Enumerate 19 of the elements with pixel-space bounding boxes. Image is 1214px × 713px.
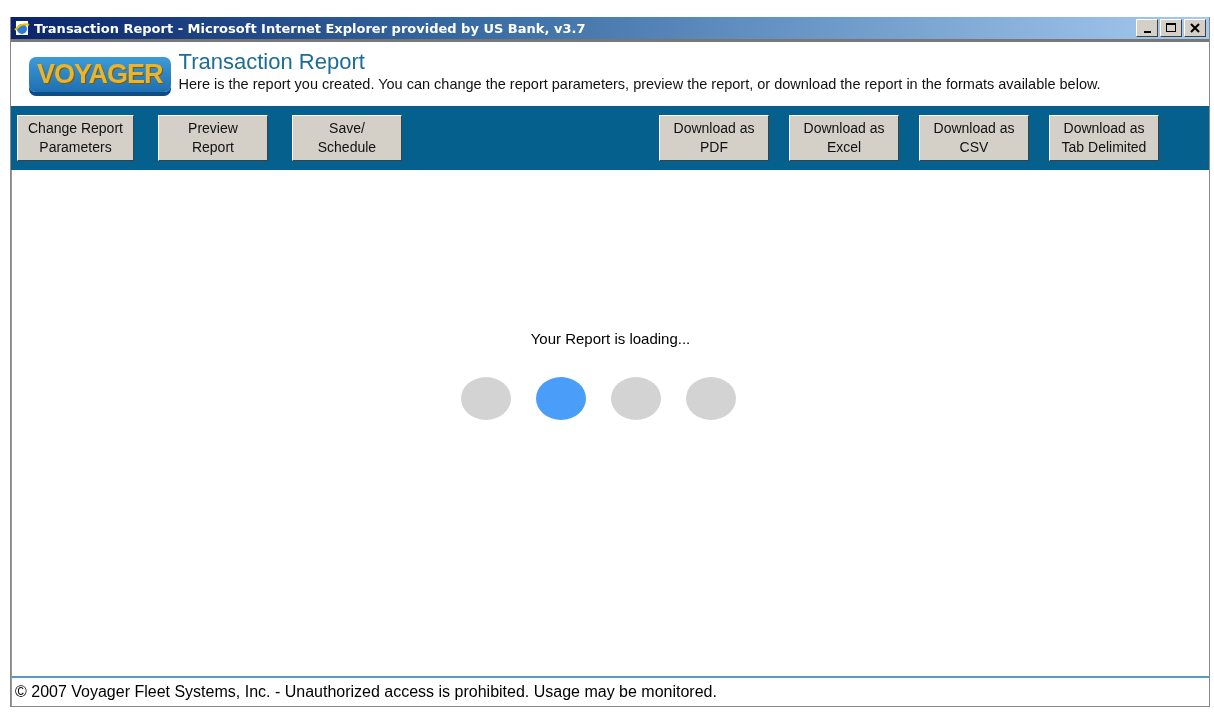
toolbar-button[interactable]: Download as CSV bbox=[919, 115, 1029, 161]
close-icon bbox=[1190, 23, 1200, 33]
loading-message: Your Report is loading... bbox=[530, 330, 691, 347]
toolbar-button[interactable]: Download as Excel bbox=[789, 115, 899, 161]
page-title: Transaction Report bbox=[178, 49, 366, 74]
toolbar-button[interactable]: Save/ Schedule bbox=[291, 115, 402, 161]
footer-text: © 2007 Voyager Fleet Systems, Inc. - Unauthorized access is prohibited. Usage may be monitored. bbox=[15, 683, 717, 700]
minimize-button[interactable] bbox=[1136, 19, 1158, 37]
window-title: Transaction Report - Microsoft Internet Explorer provided by US Bank, v3.7 bbox=[34, 20, 587, 36]
page-description: Here is the report you created. You can change the report parameters, preview the report, or download the report in the formats available below. bbox=[178, 74, 1102, 94]
toolbar-button[interactable]: Preview Report bbox=[157, 115, 268, 161]
maximize-icon bbox=[1166, 23, 1176, 33]
toolbar-button[interactable]: Download as Tab Delimited bbox=[1049, 115, 1159, 161]
browser-icon bbox=[14, 20, 30, 36]
maximize-button[interactable] bbox=[1160, 19, 1182, 37]
minimize-icon bbox=[1143, 30, 1151, 33]
toolbar-button[interactable]: Change Report Parameters bbox=[17, 115, 134, 161]
close-button[interactable] bbox=[1184, 19, 1206, 37]
toolbar-button[interactable]: Download as PDF bbox=[659, 115, 769, 161]
